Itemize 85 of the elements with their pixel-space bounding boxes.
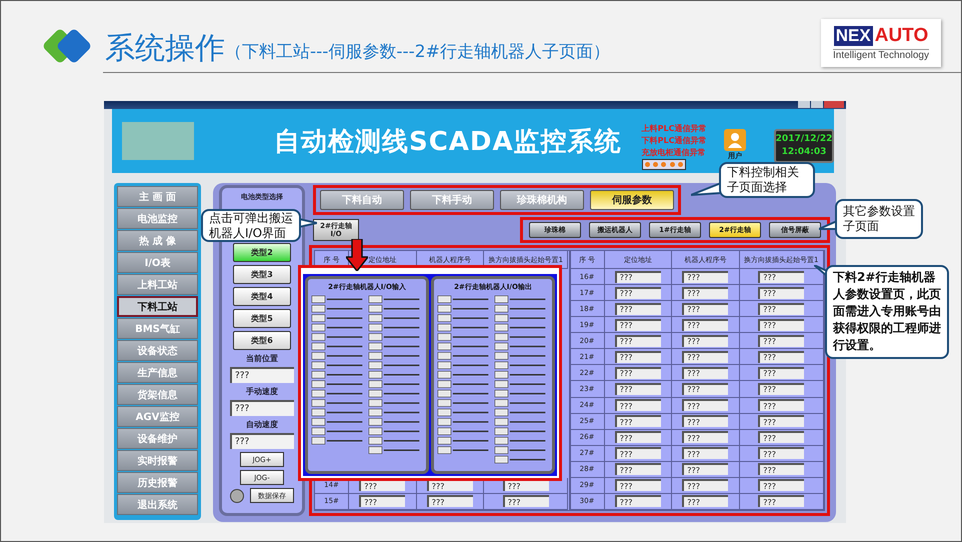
value-field[interactable]: ??? bbox=[758, 399, 804, 412]
app-title: 自动检测线SCADA监控系统 bbox=[274, 126, 622, 158]
value-field[interactable]: ??? bbox=[758, 350, 804, 363]
callout: 其它参数设置子页面 bbox=[835, 199, 923, 239]
value-field[interactable]: ??? bbox=[614, 415, 661, 428]
value-field[interactable]: ??? bbox=[682, 447, 728, 460]
value-field[interactable]: ??? bbox=[230, 433, 294, 449]
value-field[interactable]: ??? bbox=[682, 318, 728, 331]
value-field[interactable]: ??? bbox=[614, 495, 661, 508]
value-field[interactable]: ??? bbox=[682, 270, 728, 283]
alarm-message: 充放电柜通信异常 bbox=[642, 147, 706, 158]
callout-pointer bbox=[691, 181, 721, 197]
value-field[interactable]: ??? bbox=[682, 382, 728, 395]
value-field[interactable]: ??? bbox=[682, 463, 728, 476]
logo-tagline: Intelligent Technology bbox=[833, 49, 929, 61]
value-field[interactable]: ??? bbox=[502, 495, 549, 508]
value-field[interactable]: ??? bbox=[614, 447, 661, 460]
value-field[interactable]: ??? bbox=[614, 399, 661, 412]
value-field[interactable]: ??? bbox=[614, 479, 661, 492]
value-field[interactable]: ??? bbox=[758, 463, 804, 476]
value-field[interactable]: ??? bbox=[682, 479, 728, 492]
value-field[interactable]: ??? bbox=[682, 495, 728, 508]
value-field[interactable]: ??? bbox=[614, 318, 661, 331]
page-tab[interactable]: 伺服参数 bbox=[590, 190, 674, 210]
value-field[interactable]: ??? bbox=[230, 367, 294, 383]
indicator-lights bbox=[642, 159, 686, 170]
value-field[interactable]: ??? bbox=[614, 350, 661, 363]
blurred-logo bbox=[122, 122, 194, 160]
value-field[interactable]: ??? bbox=[682, 366, 728, 379]
type-button[interactable]: 类型6 bbox=[233, 331, 291, 350]
value-field[interactable]: ??? bbox=[614, 431, 661, 444]
type-button[interactable]: 类型3 bbox=[233, 265, 291, 284]
value-field[interactable]: ??? bbox=[682, 431, 728, 444]
value-field[interactable]: ??? bbox=[758, 447, 804, 460]
callout-pointer bbox=[814, 265, 827, 277]
type-button[interactable]: 类型2 bbox=[233, 243, 291, 262]
alarm-message: 下料PLC通信异常 bbox=[642, 135, 706, 146]
alarm-message: 上料PLC通信异常 bbox=[642, 123, 706, 134]
value-field[interactable]: ??? bbox=[614, 334, 661, 347]
field-label: 当前位置 bbox=[246, 353, 278, 364]
slide-subtitle: （下料工站---伺服参数---2#行走轴机器人子页面） bbox=[225, 41, 610, 63]
type-button[interactable]: 类型4 bbox=[233, 287, 291, 306]
callout: 下料控制相关子页面选择 bbox=[719, 162, 815, 198]
value-field[interactable]: ??? bbox=[682, 286, 728, 299]
value-field[interactable]: ??? bbox=[426, 495, 473, 508]
value-field[interactable]: ??? bbox=[758, 318, 804, 331]
value-field[interactable]: ??? bbox=[230, 400, 294, 416]
user-icon[interactable] bbox=[724, 129, 746, 151]
value-field[interactable]: ??? bbox=[614, 366, 661, 379]
status-lamp bbox=[230, 488, 244, 502]
time-text: 12:04:03 bbox=[782, 146, 826, 159]
value-field[interactable]: ??? bbox=[758, 334, 804, 347]
callout: 点击可弹出搬运机器人I/O界面 bbox=[201, 209, 301, 242]
value-field[interactable]: ??? bbox=[758, 479, 804, 492]
value-field[interactable]: ??? bbox=[758, 302, 804, 315]
maximize-button[interactable] bbox=[811, 101, 823, 108]
value-field[interactable]: ??? bbox=[614, 286, 661, 299]
value-field[interactable]: ??? bbox=[614, 463, 661, 476]
value-field[interactable]: ??? bbox=[682, 302, 728, 315]
logo-mark: NEX bbox=[834, 26, 873, 46]
nav-button[interactable]: 下料工站 bbox=[117, 296, 198, 317]
type-button[interactable]: 类型5 bbox=[233, 309, 291, 328]
field-label: 自动速度 bbox=[246, 419, 278, 430]
date-text: 2017/12/22 bbox=[776, 133, 832, 146]
value-field[interactable]: ??? bbox=[682, 399, 728, 412]
value-field[interactable]: ??? bbox=[758, 270, 804, 283]
value-field[interactable]: ??? bbox=[614, 270, 661, 283]
value-field[interactable]: ??? bbox=[758, 415, 804, 428]
close-button[interactable] bbox=[824, 101, 844, 108]
value-field[interactable]: ??? bbox=[359, 495, 406, 508]
value-field[interactable]: ??? bbox=[758, 286, 804, 299]
value-field[interactable]: ??? bbox=[758, 382, 804, 395]
value-field[interactable]: ??? bbox=[682, 334, 728, 347]
value-field[interactable]: ??? bbox=[682, 350, 728, 363]
logo-brand: AUTO bbox=[874, 25, 928, 47]
value-field[interactable]: ??? bbox=[614, 382, 661, 395]
slide-title: 系统操作 bbox=[105, 30, 225, 68]
callout: 下料2#行走轴机器人参数设置页，此页面需进入专用账号由获得权限的工程师进行设置。 bbox=[825, 265, 949, 359]
minimize-button[interactable] bbox=[798, 101, 810, 108]
value-field[interactable]: ??? bbox=[682, 415, 728, 428]
value-field[interactable]: ??? bbox=[758, 495, 804, 508]
value-field[interactable]: ??? bbox=[758, 431, 804, 444]
field-label: 手动速度 bbox=[246, 386, 278, 397]
value-field[interactable]: ??? bbox=[758, 366, 804, 379]
value-field[interactable]: ??? bbox=[614, 302, 661, 315]
